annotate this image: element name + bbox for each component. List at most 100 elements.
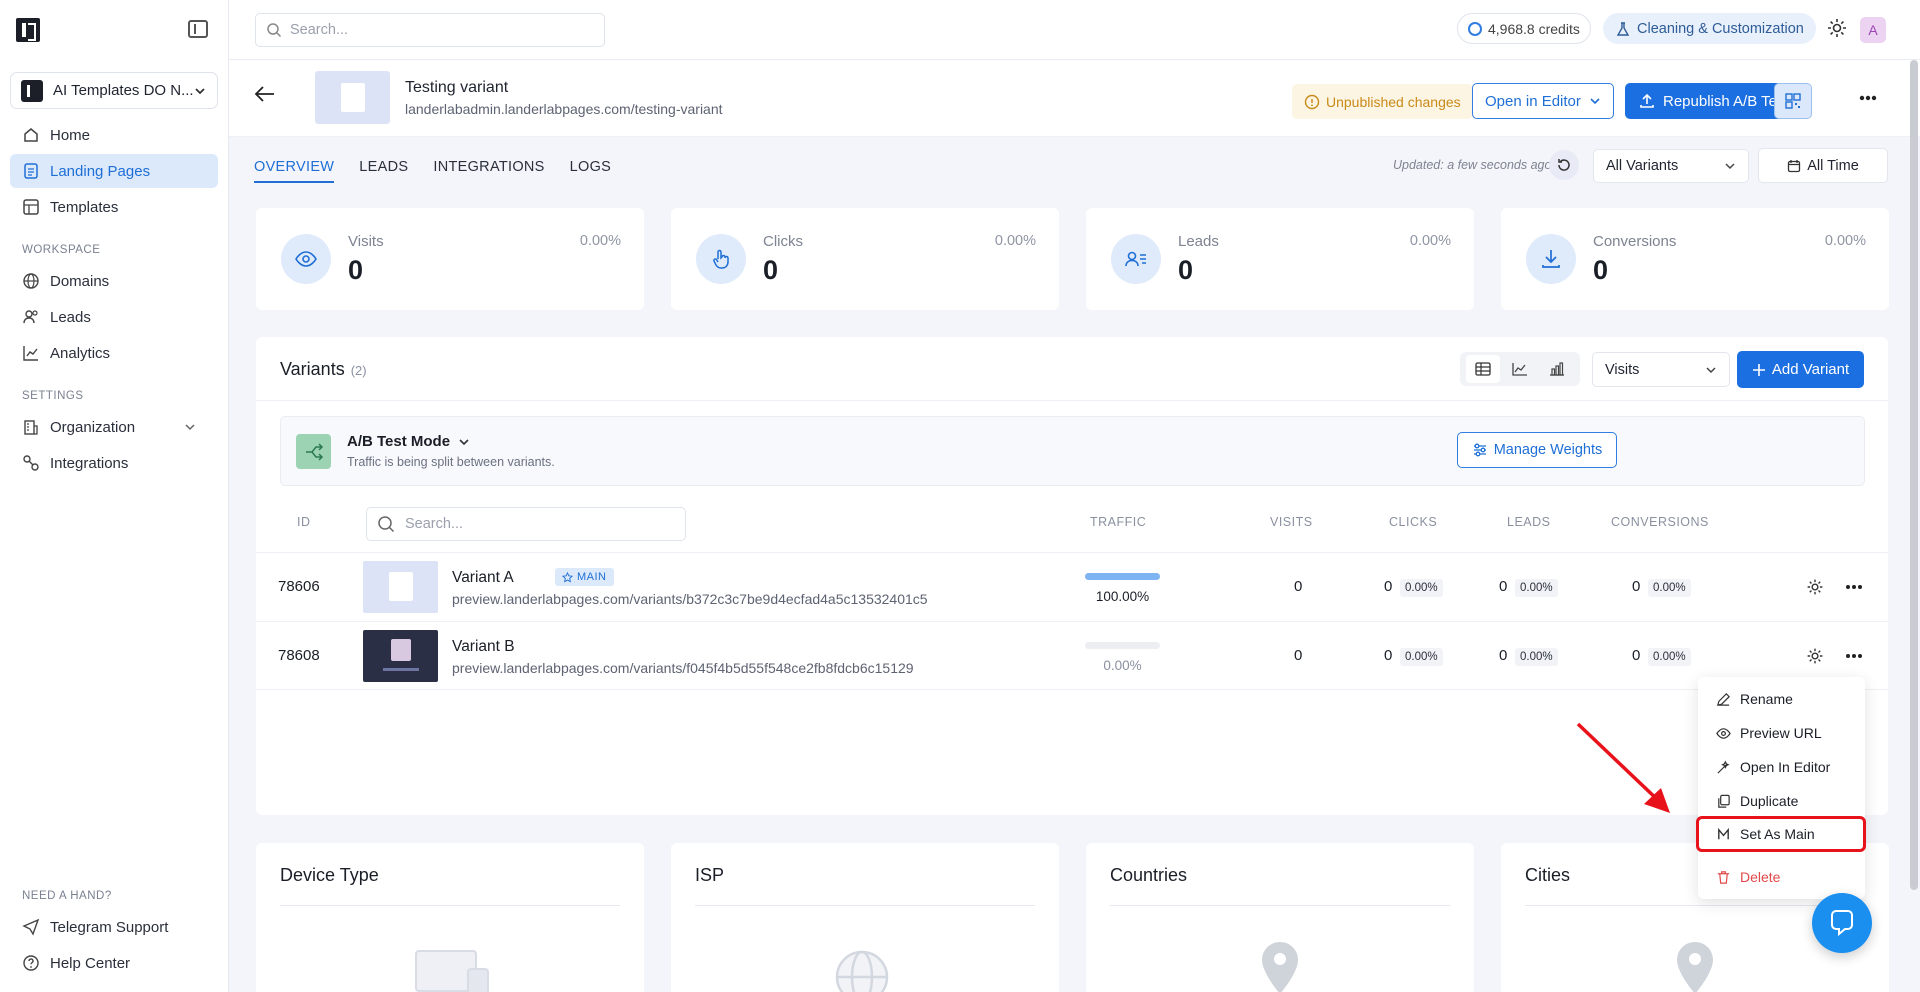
sidebar-item-domains[interactable]: Domains bbox=[10, 264, 218, 298]
sidebar-item-templates[interactable]: Templates bbox=[10, 190, 218, 224]
download-icon bbox=[1526, 234, 1576, 284]
stat-card-visits: Visits 0 0.00% bbox=[256, 208, 644, 310]
visits-value: 0 bbox=[1294, 578, 1303, 595]
table-row[interactable]: 78608 Variant B preview.landerlabpages.c… bbox=[256, 621, 1888, 690]
location-pin-icon bbox=[1677, 942, 1713, 992]
traffic-percent: 0.00% bbox=[1103, 658, 1142, 673]
variant-filter-select[interactable]: All Variants bbox=[1593, 149, 1749, 183]
traffic-bar bbox=[1085, 642, 1160, 649]
bar-chart-icon[interactable] bbox=[1540, 355, 1574, 383]
stat-value: 0 bbox=[348, 255, 364, 285]
variant-name[interactable]: Variant B bbox=[452, 638, 515, 656]
sidebar-item-landing-pages[interactable]: Landing Pages bbox=[10, 154, 218, 188]
menu-item-duplicate[interactable]: Duplicate bbox=[1698, 786, 1865, 816]
topbar: Search... 4,968.8 credits Cleaning & Cus… bbox=[229, 0, 1920, 60]
main-badge: MAIN bbox=[555, 568, 614, 586]
date-range-label: All Time bbox=[1807, 157, 1859, 174]
variant-thumbnail[interactable] bbox=[363, 561, 438, 613]
qr-code-icon bbox=[1785, 93, 1801, 109]
variant-url[interactable]: preview.landerlabpages.com/variants/f045… bbox=[452, 660, 914, 676]
chevron-down-icon bbox=[1706, 366, 1716, 373]
sidebar-item-label: Leads bbox=[50, 308, 91, 326]
stat-value: 0 bbox=[1593, 255, 1609, 285]
visits-value: 0 bbox=[1294, 647, 1303, 664]
divider bbox=[1110, 905, 1450, 906]
variant-id: 78608 bbox=[278, 647, 320, 664]
document-icon bbox=[24, 163, 38, 179]
more-horizontal-icon[interactable] bbox=[1859, 95, 1877, 101]
credits-badge[interactable]: 4,968.8 credits bbox=[1457, 13, 1591, 44]
date-range-button[interactable]: All Time bbox=[1758, 148, 1888, 183]
tab-logs[interactable]: LOGS bbox=[570, 159, 612, 183]
gear-icon[interactable] bbox=[1806, 647, 1824, 665]
info-icon bbox=[1304, 94, 1320, 109]
line-chart-icon[interactable] bbox=[1503, 355, 1537, 383]
metric-select-value: Visits bbox=[1605, 361, 1640, 378]
workspace-switcher[interactable]: AI Templates DO N... bbox=[10, 72, 218, 109]
leads-value: 0 bbox=[1499, 578, 1508, 595]
copy-icon bbox=[1718, 794, 1730, 808]
variants-count: (2) bbox=[350, 363, 367, 378]
customization-button[interactable]: Cleaning & Customization bbox=[1603, 13, 1816, 44]
variant-thumbnail[interactable] bbox=[363, 630, 438, 682]
variant-name[interactable]: Variant A bbox=[452, 569, 514, 587]
leads-percent: 0.00% bbox=[1515, 648, 1558, 666]
menu-item-preview-url[interactable]: Preview URL bbox=[1698, 718, 1865, 748]
sidebar-item-analytics[interactable]: Analytics bbox=[10, 336, 218, 370]
split-icon bbox=[296, 434, 331, 469]
credits-icon bbox=[1468, 21, 1482, 36]
sidebar-item-integrations[interactable]: Integrations bbox=[10, 446, 218, 480]
workspace-name: AI Templates DO N... bbox=[53, 82, 193, 99]
variant-context-menu: Rename Preview URL Open In Editor Duplic… bbox=[1696, 677, 1866, 899]
tab-integrations[interactable]: INTEGRATIONS bbox=[433, 159, 544, 183]
globe-icon bbox=[23, 273, 39, 289]
column-header-visits: VISITS bbox=[1270, 515, 1313, 529]
menu-item-label: Delete bbox=[1740, 869, 1781, 885]
sidebar-item-leads[interactable]: Leads bbox=[10, 300, 218, 334]
workspace-icon bbox=[21, 79, 43, 102]
sidebar-item-home[interactable]: Home bbox=[10, 118, 218, 152]
variant-search-input[interactable]: Search... bbox=[366, 507, 686, 541]
stat-card-clicks: Clicks 0 0.00% bbox=[671, 208, 1059, 310]
chevron-down-icon bbox=[1590, 98, 1600, 105]
sidebar-item-help-center[interactable]: Help Center bbox=[10, 946, 218, 980]
avatar[interactable]: A bbox=[1860, 17, 1886, 43]
metric-select[interactable]: Visits bbox=[1592, 352, 1730, 387]
menu-item-rename[interactable]: Rename bbox=[1698, 684, 1865, 714]
chat-widget-button[interactable] bbox=[1812, 893, 1872, 953]
add-variant-label: Add Variant bbox=[1771, 361, 1850, 378]
ab-mode-dropdown[interactable]: A/B Test Mode bbox=[347, 433, 470, 450]
stat-card-conversions: Conversions 0 0.00% bbox=[1501, 208, 1889, 310]
ab-mode-title: A/B Test Mode bbox=[347, 433, 451, 450]
view-toggle bbox=[1460, 352, 1580, 386]
more-horizontal-icon[interactable] bbox=[1845, 647, 1863, 665]
tab-leads[interactable]: LEADS bbox=[359, 159, 408, 183]
tab-bar: OVERVIEW LEADS INTEGRATIONS LOGS bbox=[254, 159, 611, 183]
open-in-editor-button[interactable]: Open in Editor bbox=[1472, 83, 1614, 119]
page-scrollbar[interactable] bbox=[1910, 60, 1918, 890]
menu-item-open-in-editor[interactable]: Open In Editor bbox=[1698, 752, 1865, 782]
variant-url[interactable]: preview.landerlabpages.com/variants/b372… bbox=[452, 591, 928, 607]
page-header: Testing variant landerlabadmin.landerlab… bbox=[229, 60, 1920, 137]
sidebar-item-organization[interactable]: Organization bbox=[10, 410, 218, 444]
manage-weights-button[interactable]: Manage Weights bbox=[1457, 432, 1617, 468]
add-variant-button[interactable]: Add Variant bbox=[1737, 351, 1864, 388]
sliders-icon bbox=[1473, 443, 1486, 457]
chevron-down-icon bbox=[185, 424, 195, 431]
gear-icon[interactable] bbox=[1826, 17, 1848, 39]
app-logo[interactable] bbox=[16, 18, 40, 42]
more-horizontal-icon[interactable] bbox=[1845, 578, 1863, 596]
sidebar-item-telegram[interactable]: Telegram Support bbox=[10, 910, 218, 944]
table-row[interactable]: 78606 Variant A MAIN preview.landerlabpa… bbox=[256, 552, 1888, 621]
refresh-button[interactable] bbox=[1549, 150, 1579, 180]
tab-overview[interactable]: OVERVIEW bbox=[254, 159, 335, 183]
menu-item-label: Open In Editor bbox=[1740, 759, 1831, 775]
table-view-icon[interactable] bbox=[1465, 355, 1500, 383]
qr-code-button[interactable] bbox=[1774, 83, 1812, 119]
global-search-input[interactable]: Search... bbox=[255, 13, 605, 47]
sidebar-collapse-icon[interactable] bbox=[188, 20, 208, 38]
eye-icon bbox=[281, 234, 331, 284]
menu-item-delete[interactable]: Delete bbox=[1698, 862, 1865, 892]
gear-icon[interactable] bbox=[1806, 578, 1824, 596]
chat-bubble-icon bbox=[1831, 910, 1853, 937]
